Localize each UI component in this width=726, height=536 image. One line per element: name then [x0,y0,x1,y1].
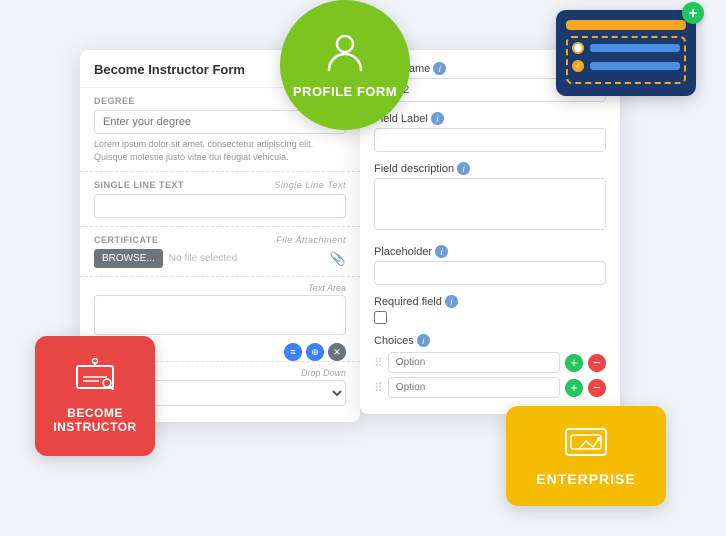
required-info-icon: i [445,295,458,308]
toolbar-btn-3[interactable]: ✕ [328,343,346,361]
add-icon[interactable]: + [682,2,704,24]
field-label-row: Field Label i [374,112,606,152]
required-field-row: Required field i [374,295,606,324]
enterprise-badge: ENTERPRISE [506,406,666,506]
toolbar-btn-2[interactable]: ⊕ [306,343,324,361]
required-field-label: Required field i [374,295,606,308]
placeholder-label: Placeholder i [374,245,606,258]
form-panel-title: Become Instructor Form [94,62,245,77]
blue-card: + ✓ [556,10,696,96]
choice-add-btn-2[interactable]: + [565,379,583,397]
textarea-type-label: Text Area [94,283,346,293]
profile-form-badge: PROFILE FORM [280,0,410,130]
required-checkbox-row [374,311,606,324]
choices-info-icon: i [417,334,430,347]
blue-card-row-2 [572,42,680,54]
blue-card-dashed-box: ✓ [566,36,686,84]
field-label-input[interactable] [374,128,606,152]
certificate-section: CERTIFICATE File Attachment BROWSE... No… [80,227,360,277]
field-desc-info-icon: i [457,162,470,175]
choices-row: Choices i ⠿ + − ⠿ + − [374,334,606,398]
bar-orange [566,20,686,30]
become-instructor-label-1: BECOME [67,406,123,420]
placeholder-info-icon: i [435,245,448,258]
drag-handle-2[interactable]: ⠿ [374,381,383,395]
degree-helper-text: Lorem ipsum dolor sit amet, consectetur … [94,138,346,163]
field-label-label: Field Label i [374,112,606,125]
single-line-label: SINGLE LINE TEXT Single Line Text [94,180,346,190]
bar-blue-2 [590,62,680,70]
become-instructor-badge: BECOME INSTRUCTOR [35,336,155,456]
enterprise-label: ENTERPRISE [536,471,635,487]
choice-input-1[interactable] [388,352,560,373]
placeholder-row: Placeholder i [374,245,606,285]
required-checkbox[interactable] [374,311,387,324]
textarea-input[interactable] [94,295,346,335]
browse-button[interactable]: BROWSE... [94,249,163,268]
single-line-section: SINGLE LINE TEXT Single Line Text [80,172,360,227]
field-label-info-icon: i [431,112,444,125]
field-description-input[interactable] [374,178,606,230]
no-file-text: No file selected [169,253,237,264]
paperclip-icon: 📎 [330,251,346,267]
check-dot: ✓ [572,60,584,72]
field-name-info-icon: i [433,62,446,75]
blue-card-row-1 [566,20,686,30]
enterprise-icon [564,425,608,467]
choice-item-1: ⠿ + − [374,352,606,373]
become-instructor-label-2: INSTRUCTOR [53,420,136,434]
field-description-label: Field description i [374,162,606,175]
blue-card-row-3: ✓ [572,60,680,72]
choice-input-2[interactable] [388,377,560,398]
browse-row: BROWSE... No file selected 📎 [94,249,346,268]
radio-dot [572,42,584,54]
profile-form-label: PROFILE FORM [293,84,397,100]
choice-add-btn-1[interactable]: + [565,354,583,372]
choice-item-2: ⠿ + − [374,377,606,398]
right-panel: Field Name i Field Label i Field descrip… [360,50,620,414]
toolbar-btn-1[interactable]: ≡ [284,343,302,361]
choices-label: Choices i [374,334,606,347]
profile-form-icon [323,30,367,80]
drag-handle-1[interactable]: ⠿ [374,356,383,370]
field-description-row: Field description i [374,162,606,235]
placeholder-input[interactable] [374,261,606,285]
choice-remove-btn-2[interactable]: − [588,379,606,397]
bar-blue-1 [590,44,680,52]
choice-remove-btn-1[interactable]: − [588,354,606,372]
become-instructor-icon [75,358,115,402]
certificate-label: CERTIFICATE File Attachment [94,235,346,245]
single-line-input[interactable] [94,194,346,218]
